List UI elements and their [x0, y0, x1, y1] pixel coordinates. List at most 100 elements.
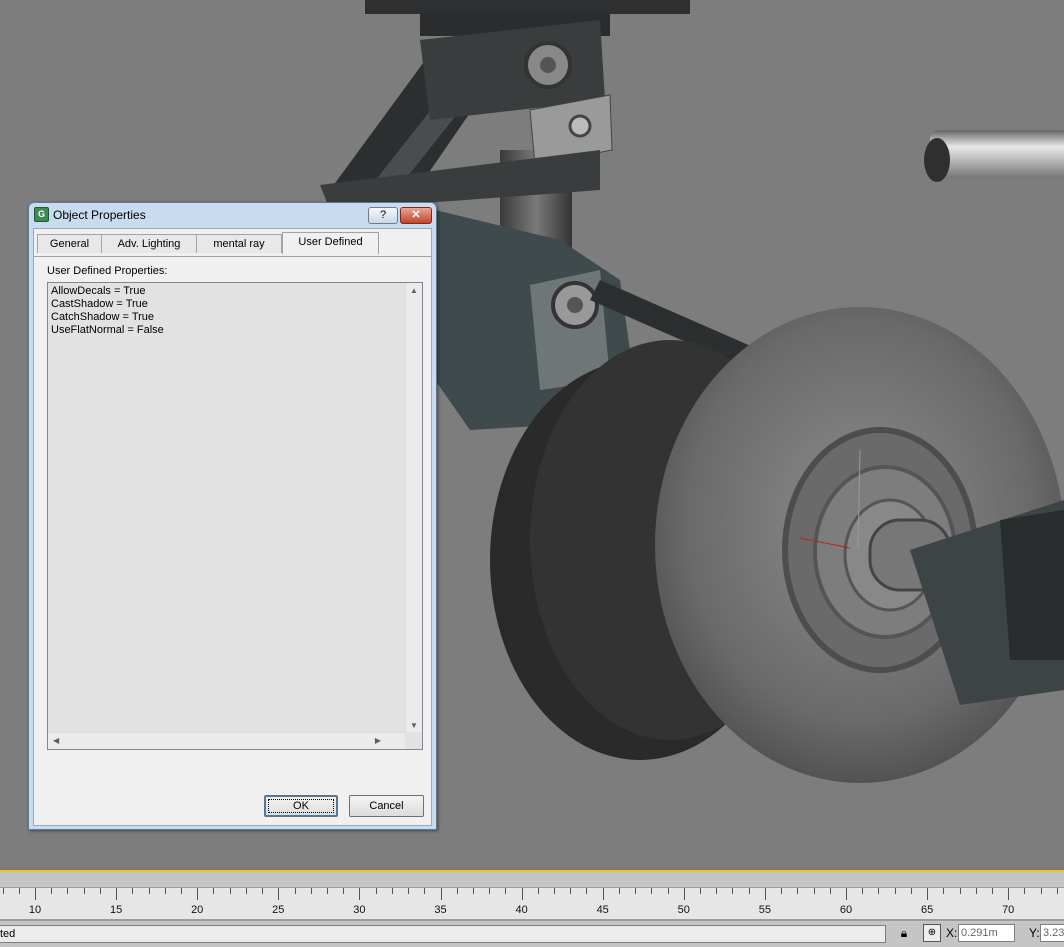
ruler-tick — [213, 888, 215, 894]
scroll-left-icon[interactable]: ◀ — [53, 736, 59, 745]
ruler-tick — [683, 888, 685, 900]
ruler-tick — [489, 888, 491, 894]
ruler-tick — [83, 888, 85, 894]
tab-general[interactable]: General — [37, 234, 102, 253]
ruler-tick — [716, 888, 718, 894]
ruler-tick — [35, 888, 36, 900]
tab-user-defined[interactable]: User Defined — [282, 232, 379, 254]
tab-adv-lighting[interactable]: Adv. Lighting — [101, 234, 197, 253]
ruler-tick — [894, 888, 896, 894]
scroll-down-icon[interactable]: ▼ — [410, 721, 418, 730]
ruler-tick-label: 55 — [758, 904, 772, 916]
ruler-tick — [456, 888, 458, 894]
property-line: UseFlatNormal = False — [51, 324, 164, 336]
ruler-tick — [521, 888, 523, 900]
ruler-tick — [164, 888, 166, 894]
close-button[interactable]: ✕ — [400, 207, 432, 224]
ruler-tick — [586, 888, 588, 894]
vertical-scrollbar[interactable]: ▲ ▼ — [405, 283, 422, 732]
ruler-tick — [294, 888, 296, 894]
ruler-tick — [245, 888, 247, 894]
close-icon: ✕ — [411, 209, 421, 221]
ruler-tick — [554, 888, 556, 894]
tab-mental-ray[interactable]: mental ray — [196, 234, 282, 253]
ruler-tick — [67, 888, 69, 894]
ruler-tick — [148, 888, 150, 894]
ruler-tick-label: 60 — [839, 904, 853, 916]
user-defined-properties-textarea[interactable]: AllowDecals = True CastShadow = True Cat… — [47, 282, 423, 750]
app-icon: G — [34, 207, 49, 222]
ruler-tick-label: 35 — [434, 904, 447, 916]
ruler-tick-label: 45 — [596, 904, 609, 916]
ruler-tick — [700, 888, 702, 894]
ruler-tick — [2, 888, 4, 894]
ruler-tick — [943, 888, 945, 894]
ruler-tick-label: 40 — [515, 904, 528, 916]
ruler-tick-label: 65 — [920, 904, 934, 916]
ruler-tick — [99, 888, 101, 894]
ruler-tick — [278, 888, 280, 900]
ruler-tick — [1008, 888, 1010, 900]
ruler-tick — [651, 888, 653, 894]
ruler-tick — [375, 888, 377, 894]
ruler-tick — [862, 888, 864, 894]
ruler-tick — [878, 888, 880, 894]
ruler-tick — [635, 888, 637, 894]
x-coord-field[interactable]: 0.291m — [958, 924, 1015, 942]
ok-label: OK — [268, 799, 334, 813]
property-line: AllowDecals = True — [51, 285, 146, 297]
ruler-tick — [748, 888, 750, 894]
cancel-button[interactable]: Cancel — [349, 795, 424, 817]
timeline-ruler[interactable]: 10 15 20 25 30 35 40 45 50 55 60 65 70 — [0, 887, 1064, 920]
ruler-tick — [537, 888, 539, 894]
x-coord-label: X: — [946, 926, 958, 940]
ruler-tick — [310, 888, 312, 894]
user-defined-properties-label: User Defined Properties: — [47, 265, 168, 277]
ruler-tick — [1056, 888, 1058, 894]
ruler-tick — [975, 888, 977, 894]
ruler-tick — [440, 888, 442, 900]
ruler-tick — [197, 888, 199, 900]
dialog-titlebar[interactable]: G Object Properties ? ✕ — [29, 203, 436, 227]
scroll-right-icon[interactable]: ▶ — [375, 736, 381, 745]
ruler-tick — [472, 888, 474, 894]
y-coord-label: Y: — [1029, 926, 1040, 940]
ruler-tick — [829, 888, 831, 894]
ruler-tick — [116, 888, 118, 900]
ruler-tick — [424, 888, 426, 894]
ruler-tick — [602, 888, 604, 900]
help-icon: ? — [379, 209, 387, 221]
ruler-tick — [797, 888, 799, 894]
ruler-tick-label: 20 — [191, 904, 204, 916]
help-button[interactable]: ? — [368, 207, 398, 224]
object-properties-dialog: G Object Properties ? ✕ General Adv. Lig… — [28, 202, 437, 830]
ruler-tick-label: 50 — [677, 904, 690, 916]
status-bar: ted 🔒︎ ⊕ X: 0.291m Y: 3.23 — [0, 920, 1064, 947]
ruler-tick-label: 10 — [28, 904, 42, 916]
ruler-tick — [1040, 888, 1042, 894]
horizontal-scrollbar[interactable]: ◀ ▶ — [48, 732, 405, 749]
property-line: CastShadow = True — [51, 298, 148, 310]
property-line: CatchShadow = True — [51, 311, 155, 323]
lock-icon[interactable]: 🔒︎ — [897, 925, 911, 941]
scroll-up-icon[interactable]: ▲ — [410, 286, 418, 295]
ruler-tick — [180, 888, 182, 894]
y-coord-field[interactable]: 3.23 — [1040, 924, 1064, 942]
ruler-tick — [764, 888, 766, 900]
ruler-tick — [343, 888, 345, 894]
ruler-tick-label: 30 — [353, 904, 366, 916]
ruler-tick — [132, 888, 134, 894]
ruler-tick — [262, 888, 264, 894]
ruler-tick — [51, 888, 53, 894]
ruler-tick — [229, 888, 231, 894]
ok-button[interactable]: OK — [264, 795, 338, 817]
tab-strip: General Adv. Lighting mental ray User De… — [34, 232, 431, 257]
dialog-title: Object Properties — [53, 208, 146, 222]
ruler-tick-label: 70 — [1002, 904, 1015, 916]
ruler-tick — [391, 888, 393, 894]
ruler-tick — [570, 888, 572, 894]
ruler-tick-label: 25 — [272, 904, 285, 916]
ruler-tick — [408, 888, 410, 894]
snap-toggle-icon[interactable]: ⊕ — [923, 924, 941, 942]
ruler-tick — [813, 888, 815, 894]
